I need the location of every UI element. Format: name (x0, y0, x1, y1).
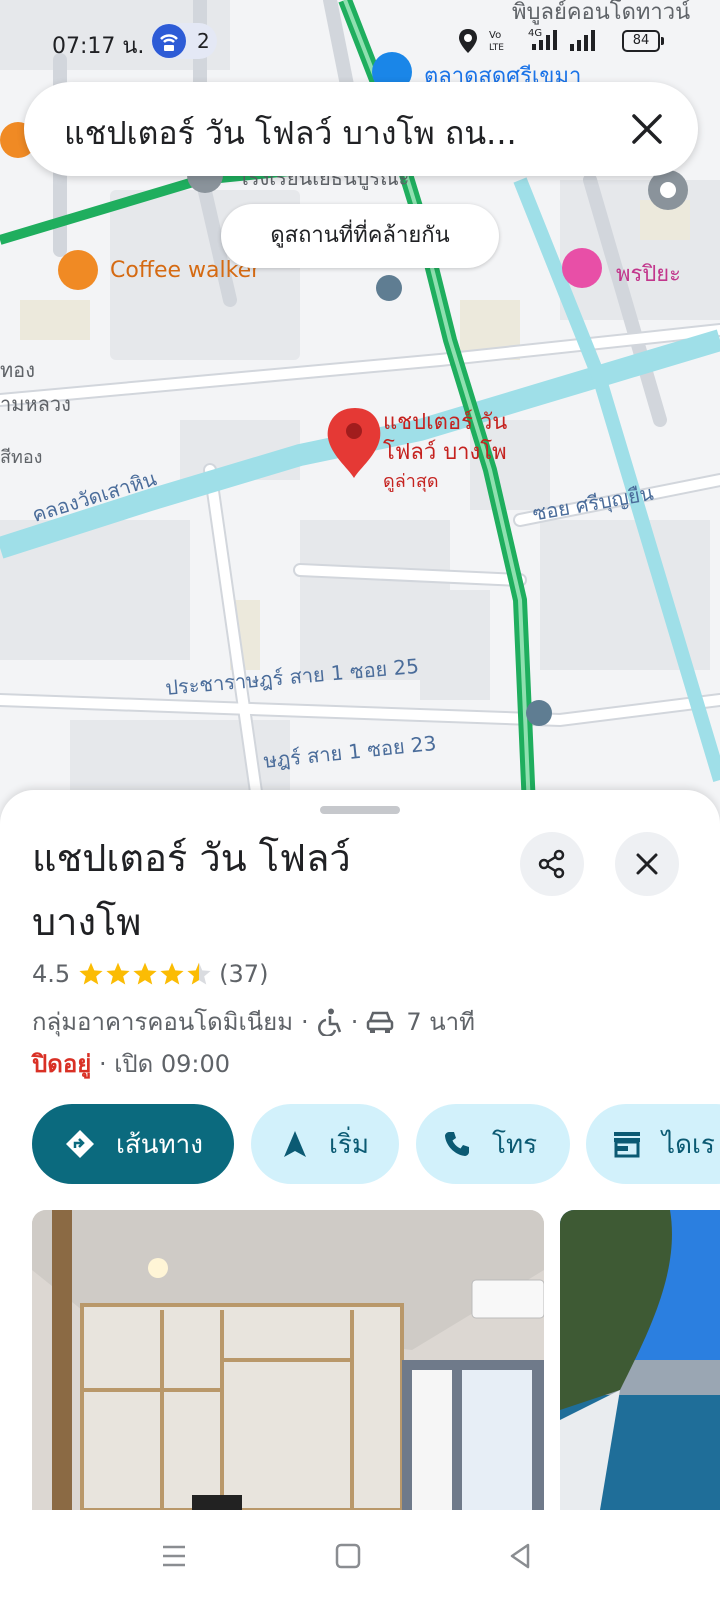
star-icon (160, 962, 184, 985)
system-nav-bar (0, 1514, 720, 1604)
battery-icon: 84 (622, 30, 660, 52)
pool-photo (560, 1210, 720, 1510)
star-icon (79, 962, 103, 985)
pin-title-line2: โฟลว์ บางโพ (383, 440, 507, 465)
hours-row[interactable]: ปิดอยู่ · เปิด 09:00 (32, 1044, 230, 1083)
open-status: ปิดอยู่ (32, 1050, 92, 1078)
star-icon (133, 962, 157, 985)
map-label-area-1: ทอง (0, 358, 35, 382)
storefront-icon (614, 1132, 640, 1158)
wheelchair-accessible-icon (317, 1008, 341, 1036)
status-time: 07:17 น. (52, 34, 145, 59)
rating-value: 4.5 (32, 960, 71, 988)
volte-icon: Vo LTE (489, 30, 504, 52)
rating-row[interactable]: 4.5 (37) (32, 960, 268, 988)
separator: · (350, 1007, 359, 1036)
4g-signal-icon: 4G (528, 28, 557, 50)
map-label-hotel[interactable]: พรปิยะ (616, 256, 681, 291)
svg-text:4G: 4G (528, 28, 542, 39)
start-label: เริ่ม (329, 1129, 369, 1160)
map-label-area-2: ามหลวง (0, 392, 71, 416)
star-icon (106, 962, 130, 985)
map-label-area-3: สีทอง (0, 447, 43, 468)
opening-hours: · เปิด 09:00 (98, 1050, 231, 1078)
close-sheet-button[interactable] (615, 832, 679, 896)
call-label: โทร (492, 1129, 538, 1160)
place-photo[interactable] (32, 1210, 544, 1510)
star-icon (187, 962, 211, 985)
start-navigation-button[interactable]: เริ่ม (251, 1104, 399, 1184)
rating-stars (78, 961, 213, 987)
place-photo[interactable] (560, 1210, 720, 1510)
close-icon (636, 853, 658, 875)
hotspot-count: 2 (197, 29, 210, 53)
drag-handle[interactable] (320, 806, 400, 814)
separator: · (301, 1007, 309, 1036)
back-icon[interactable] (506, 1542, 534, 1570)
navigation-arrow-icon (284, 1131, 306, 1157)
call-button[interactable]: โทร (416, 1104, 570, 1184)
review-count[interactable]: (37) (219, 960, 268, 988)
website-button[interactable]: ไดเร (586, 1104, 720, 1184)
pin-subtitle: ดูล่าสุด (383, 471, 439, 492)
location-icon (459, 29, 477, 53)
status-bar: 07:17 น. 2 Vo LTE 4G 84 (0, 0, 720, 84)
share-icon (538, 849, 565, 879)
place-category: กลุ่มอาคารคอนโดมิเนียม (32, 1008, 294, 1036)
svg-text:LTE: LTE (489, 43, 504, 52)
share-button[interactable] (520, 832, 584, 896)
battery-level: 84 (632, 33, 650, 48)
website-label: ไดเร (662, 1129, 715, 1160)
car-icon (367, 1011, 394, 1033)
drive-time: 7 นาที (406, 1008, 475, 1036)
signal-icon (570, 30, 595, 51)
search-query[interactable]: แชปเตอร์ วัน โฟลว์ บางโพ ถน... (64, 108, 517, 159)
home-icon[interactable] (334, 1542, 362, 1570)
battery-tip (661, 37, 664, 45)
wifi-hotspot-icon (152, 24, 186, 58)
phone-icon (445, 1132, 469, 1156)
similar-places-chip[interactable]: ดูสถานที่ที่คล้ายกัน (221, 204, 499, 268)
close-icon (632, 114, 662, 144)
directions-icon (66, 1130, 94, 1158)
place-details-sheet[interactable]: แชปเตอร์ วัน โฟลว์ บางโพ 4.5 (37) กลุ่มอ… (0, 790, 720, 1514)
place-title: แชปเตอร์ วัน โฟลว์ บางโพ (32, 836, 351, 944)
close-search-button[interactable] (622, 104, 672, 154)
search-bar[interactable]: แชปเตอร์ วัน โฟลว์ บางโพ ถน... (24, 82, 698, 176)
svg-text:Vo: Vo (489, 30, 501, 41)
menu-icon[interactable] (160, 1542, 188, 1570)
room-photo (32, 1210, 544, 1510)
info-row: กลุ่มอาคารคอนโดมิเนียม · · 7 นาที (32, 1002, 475, 1041)
directions-label: เส้นทาง (116, 1129, 203, 1160)
directions-button[interactable]: เส้นทาง (32, 1104, 234, 1184)
